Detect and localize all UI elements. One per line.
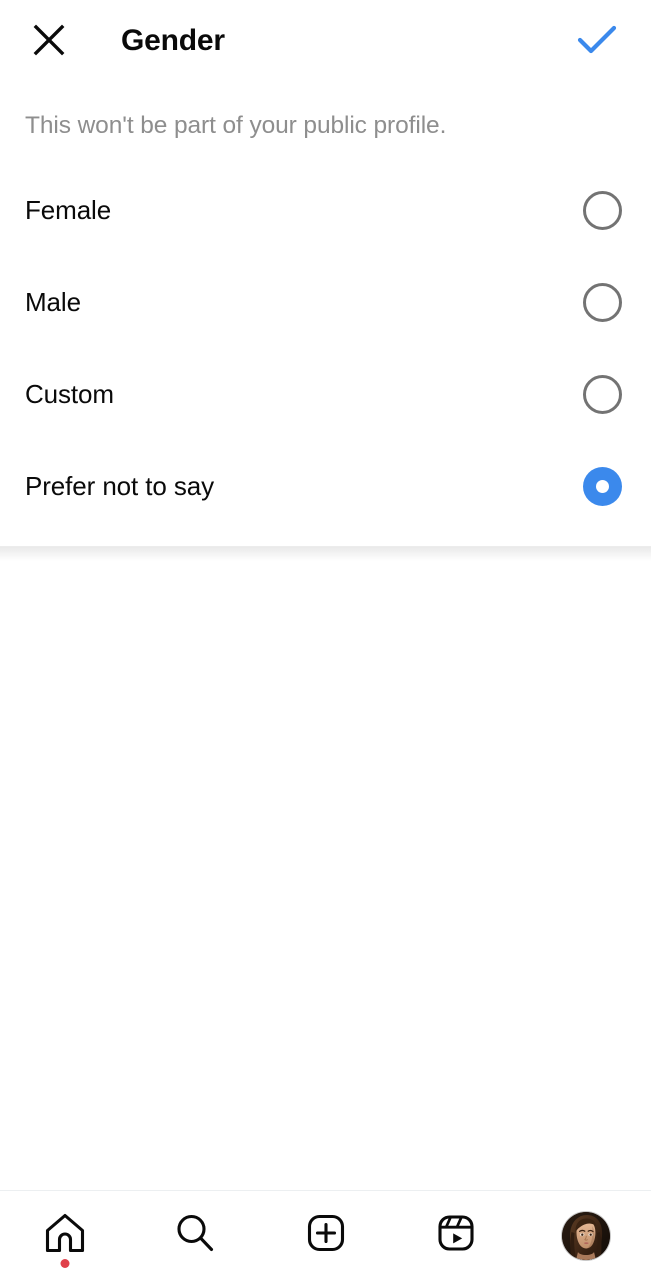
subtitle-text: This won't be part of your public profil… — [25, 112, 447, 139]
option-row-female[interactable]: Female — [0, 164, 651, 256]
empty-content-area — [0, 561, 651, 1190]
radio-male[interactable] — [583, 282, 622, 322]
search-icon — [172, 1210, 218, 1261]
nav-item-home[interactable] — [0, 1191, 130, 1281]
option-label: Custom — [25, 379, 114, 409]
option-label: Male — [25, 287, 81, 317]
list-divider — [0, 546, 651, 547]
confirm-button[interactable] — [569, 16, 625, 68]
radio-female[interactable] — [583, 190, 622, 230]
option-row-prefer-not-to-say[interactable]: Prefer not to say — [0, 440, 651, 532]
list-shadow — [0, 547, 651, 561]
home-notification-dot — [60, 1258, 70, 1268]
nav-item-profile[interactable] — [521, 1191, 651, 1281]
nav-item-reels[interactable] — [391, 1191, 521, 1281]
home-icon-wrap — [39, 1210, 91, 1268]
reels-icon — [433, 1210, 479, 1261]
gender-settings-screen: Gender This won't be part of your public… — [0, 0, 651, 1280]
radio-custom[interactable] — [583, 374, 622, 414]
option-row-male[interactable]: Male — [0, 256, 651, 348]
close-x-icon — [29, 20, 69, 65]
header-bar: Gender — [0, 0, 651, 82]
reels-icon-wrap — [430, 1210, 482, 1262]
page-title: Gender — [121, 24, 225, 57]
option-row-custom[interactable]: Custom — [0, 348, 651, 440]
option-label: Prefer not to say — [25, 471, 215, 501]
close-button[interactable] — [22, 16, 76, 68]
nav-item-create[interactable] — [260, 1191, 390, 1281]
search-icon-wrap — [169, 1210, 221, 1262]
checkmark-icon — [575, 20, 619, 65]
nav-item-search[interactable] — [130, 1191, 260, 1281]
plus-square-icon — [303, 1210, 349, 1261]
gender-options-list: Female Male Custom Prefer not to say — [0, 164, 651, 532]
radio-inner-dot — [596, 479, 609, 493]
option-label: Female — [25, 195, 112, 225]
radio-prefer-not-to-say[interactable] — [583, 466, 622, 506]
home-icon — [42, 1210, 88, 1261]
bottom-navigation-bar — [0, 1190, 651, 1280]
plus-square-icon-wrap — [300, 1210, 352, 1262]
profile-avatar[interactable] — [561, 1211, 610, 1260]
